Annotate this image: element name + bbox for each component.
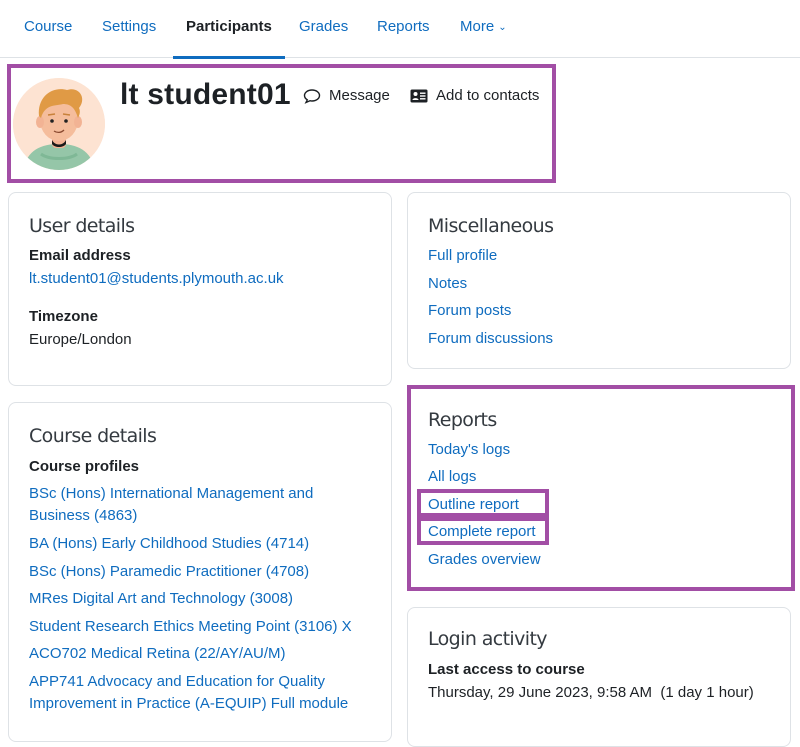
- complete-report-highlight: [417, 517, 549, 545]
- avatar[interactable]: [13, 78, 105, 170]
- message-label: Message: [329, 87, 390, 104]
- miscellaneous-title: Miscellaneous: [428, 215, 554, 237]
- reports-card: Reports Today's logs All logs Outline re…: [407, 385, 795, 591]
- email-link[interactable]: lt.student01@students.plymouth.ac.uk: [29, 270, 284, 287]
- course-profile-link[interactable]: ACO702 Medical Retina (22/AY/AU/M): [29, 643, 374, 665]
- tab-more-label: More: [460, 18, 495, 35]
- notes-link[interactable]: Notes: [428, 275, 467, 292]
- email-label: Email address: [29, 247, 131, 264]
- avatar-illustration-icon: [13, 78, 105, 170]
- outline-report-highlight: [417, 489, 549, 517]
- all-logs-link[interactable]: All logs: [428, 468, 476, 485]
- speech-bubble-icon: [303, 88, 321, 104]
- course-profile-link[interactable]: MRes Digital Art and Technology (3008): [29, 588, 374, 610]
- forum-posts-link[interactable]: Forum posts: [428, 302, 511, 319]
- user-details-title: User details: [29, 215, 135, 237]
- reports-title: Reports: [428, 409, 497, 431]
- todays-logs-link[interactable]: Today's logs: [428, 441, 510, 458]
- course-profile-link[interactable]: APP741 Advocacy and Education for Qualit…: [29, 671, 359, 715]
- tab-participants[interactable]: Participants: [173, 0, 285, 59]
- user-fullname-heading: lt student01: [120, 78, 291, 111]
- course-profile-link[interactable]: BSc (Hons) Paramedic Practitioner (4708): [29, 561, 374, 583]
- login-activity-card: Login activity Last access to course Thu…: [407, 607, 791, 747]
- add-to-contacts-button[interactable]: Add to contacts: [410, 87, 539, 104]
- tab-course[interactable]: Course: [24, 0, 72, 58]
- login-activity-title: Login activity: [428, 628, 548, 650]
- miscellaneous-card: Miscellaneous Full profile Notes Forum p…: [407, 192, 791, 369]
- message-button[interactable]: Message: [303, 87, 390, 104]
- course-profiles-label: Course profiles: [29, 458, 140, 475]
- chevron-down-icon: ⌄: [498, 22, 507, 33]
- tab-grades[interactable]: Grades: [299, 0, 348, 58]
- course-details-card: Course details Course profiles BSc (Hons…: [8, 402, 392, 742]
- last-access-label: Last access to course: [428, 661, 585, 678]
- timezone-value: Europe/London: [29, 331, 132, 348]
- forum-discussions-link[interactable]: Forum discussions: [428, 330, 553, 347]
- grades-overview-link[interactable]: Grades overview: [428, 551, 541, 568]
- user-details-card: User details Email address lt.student01@…: [8, 192, 392, 386]
- add-to-contacts-label: Add to contacts: [436, 87, 540, 104]
- course-profile-link[interactable]: Student Research Ethics Meeting Point (3…: [29, 616, 374, 638]
- course-details-title: Course details: [29, 425, 157, 447]
- course-profile-link[interactable]: BA (Hons) Early Childhood Studies (4714): [29, 533, 374, 555]
- last-access-value: Thursday, 29 June 2023, 9:58 AM (1 day 1…: [428, 684, 754, 701]
- tab-settings[interactable]: Settings: [102, 0, 156, 58]
- course-profile-link[interactable]: BSc (Hons) International Management and …: [29, 483, 374, 527]
- secondary-navigation: Course Settings Participants Grades Repo…: [0, 0, 800, 59]
- address-card-icon: [410, 89, 428, 102]
- full-profile-link[interactable]: Full profile: [428, 247, 497, 264]
- timezone-label: Timezone: [29, 308, 98, 325]
- tab-more[interactable]: More ⌄: [460, 0, 507, 58]
- tab-reports[interactable]: Reports: [377, 0, 430, 58]
